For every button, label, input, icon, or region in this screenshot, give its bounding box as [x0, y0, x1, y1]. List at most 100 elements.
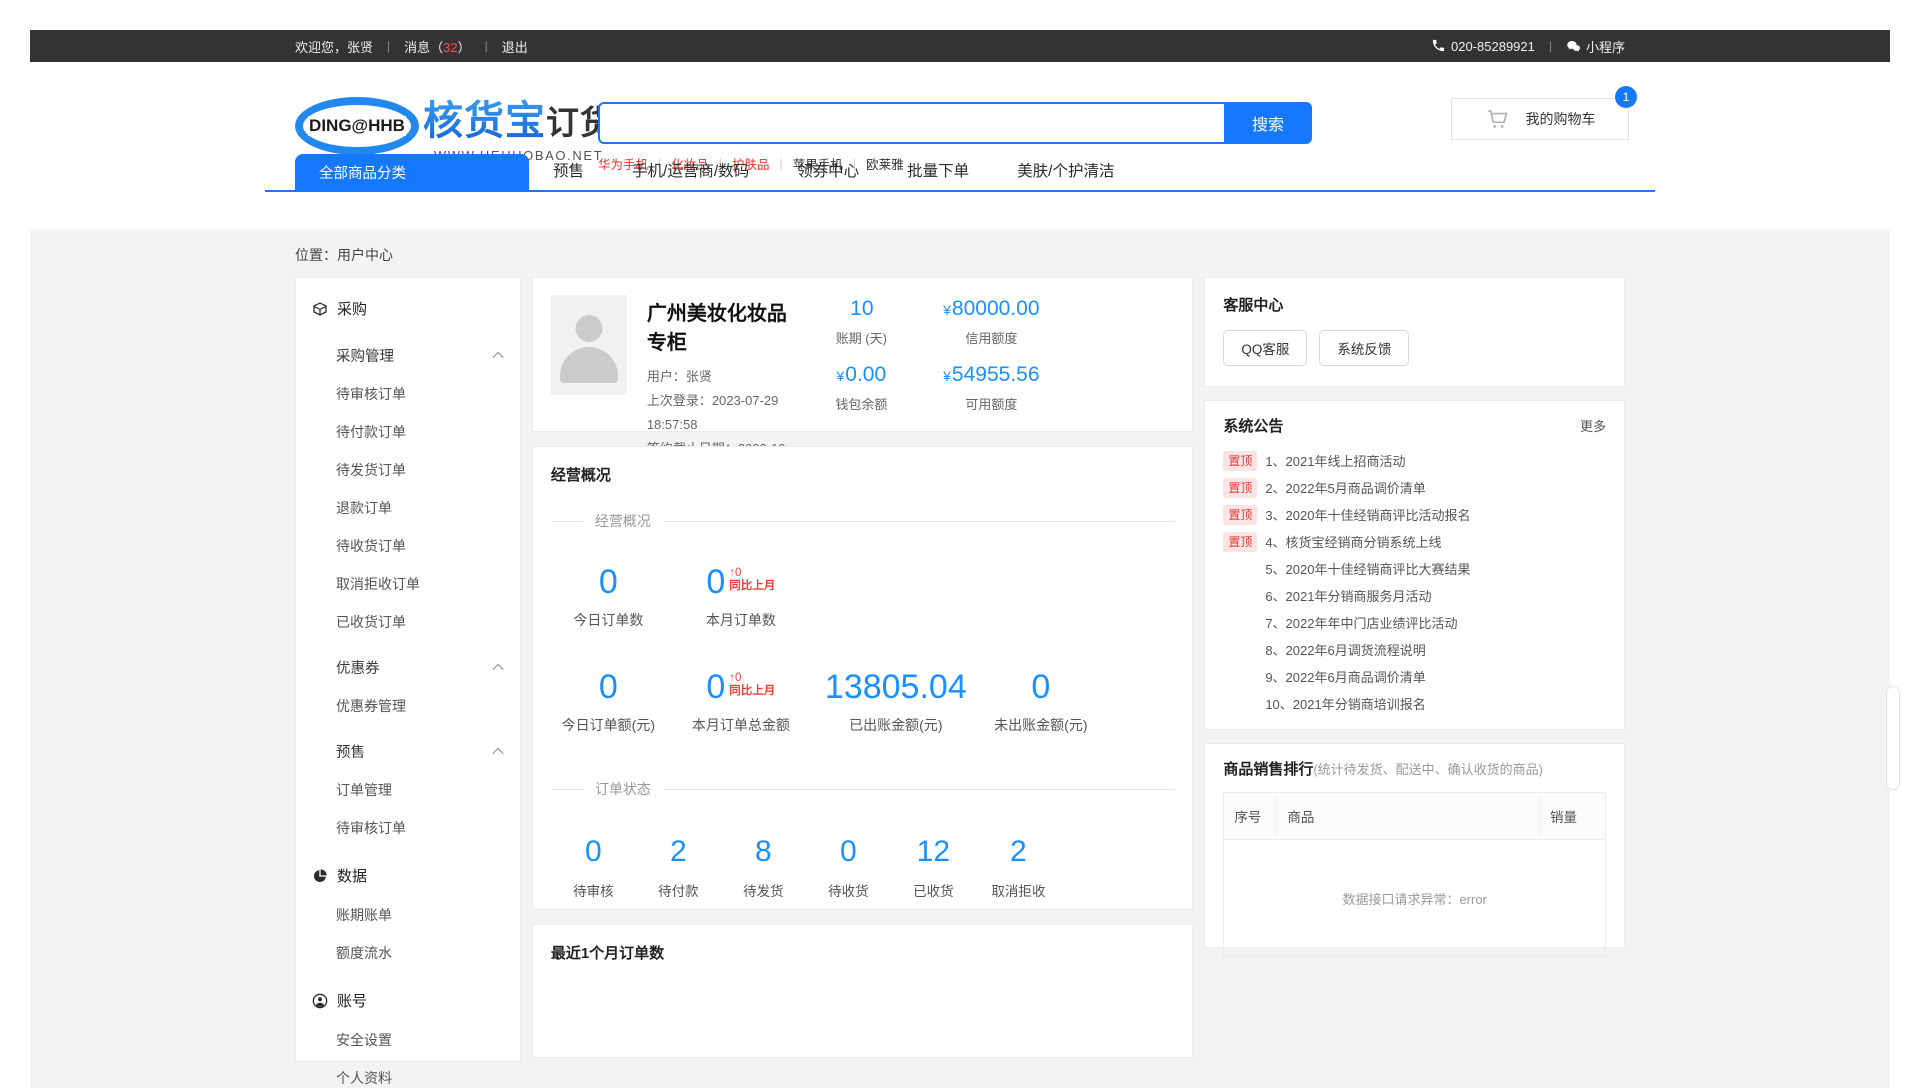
stat-value: 0.00: [845, 363, 886, 386]
main-column: 广州美妆化妆品专柜 用户：张贤 上次登录：2023-07-29 18:57:58…: [532, 277, 1194, 1058]
announcement-item[interactable]: 7、2022年年中门店业绩评比活动: [1223, 609, 1606, 636]
sidebar-item-coupons[interactable]: 优惠券: [296, 648, 520, 687]
sidebar-item-coupon-management[interactable]: 优惠券管理: [296, 687, 520, 725]
overview-section-divider: 经营概况: [551, 511, 1175, 531]
stat-wallet-balance: ¥0.00 钱包余额: [796, 363, 926, 413]
nav-link-bulk-order[interactable]: 批量下单: [907, 159, 969, 181]
sidebar-item-presale-pending-review[interactable]: 待审核订单: [296, 809, 520, 847]
sidebar: 采购 采购管理 待审核订单 待付款订单 待发货订单 退款订单 待收货订单 取消拒…: [295, 277, 521, 1062]
nav-link-phones-digital[interactable]: 手机/运营商/数码: [632, 159, 749, 181]
stat-label: 今日订单额(元): [551, 715, 666, 735]
logout-link[interactable]: 退出: [502, 37, 528, 56]
sidebar-item-presale[interactable]: 预售: [296, 732, 520, 771]
stat-label: 今日订单数: [551, 610, 666, 630]
business-overview-card: 经营概况 经营概况 0 今日订单数 0↑0同比上月 本月订单数: [532, 446, 1194, 910]
scrollbar-thumb[interactable]: [1886, 686, 1900, 790]
sidebar-item-order-management[interactable]: 订单管理: [296, 771, 520, 809]
sidebar-group-data[interactable]: 数据: [296, 855, 520, 896]
wechat-icon: [1566, 39, 1581, 54]
announcement-item[interactable]: 5、2020年十佳经销商评比大赛结果: [1223, 555, 1606, 582]
sidebar-item-purchase-management[interactable]: 采购管理: [296, 336, 520, 375]
cart-label: 我的购物车: [1526, 109, 1596, 129]
avatar: [551, 295, 627, 395]
delta-label: 同比上月: [729, 685, 775, 698]
announcement-item[interactable]: 置顶2、2022年5月商品调价清单: [1223, 474, 1606, 501]
delta-vs-last-month: ↑0同比上月: [729, 670, 775, 698]
stat-label: 可用额度: [926, 394, 1056, 413]
category-tab[interactable]: 全部商品分类: [295, 154, 529, 190]
column-header-product: 商品: [1276, 793, 1539, 839]
sidebar-group-account[interactable]: 账号: [296, 980, 520, 1021]
sidebar-item-pending-shipment-orders[interactable]: 待发货订单: [296, 451, 520, 489]
cart-button[interactable]: 我的购物车 1: [1451, 98, 1629, 140]
status-label: 待审核: [551, 880, 636, 900]
overview-row-2: 0 今日订单额(元) 0↑0同比上月 本月订单总金额 13805.04 已出账金…: [551, 670, 1175, 735]
system-feedback-button[interactable]: 系统反馈: [1319, 330, 1409, 366]
topbar-left: 欢迎您，张贤 | 消息（32） | 退出: [295, 37, 528, 56]
announcement-item[interactable]: 置顶4、核货宝经销商分销系统上线: [1223, 528, 1606, 555]
messages-link[interactable]: 消息（32）: [404, 37, 471, 56]
announcement-text: 2、2022年5月商品调价清单: [1265, 478, 1425, 497]
nav-link-coupon-center[interactable]: 领券中心: [797, 159, 859, 181]
sidebar-item-pending-receipt-orders[interactable]: 待收货订单: [296, 527, 520, 565]
sidebar-item-label: 预售: [336, 741, 365, 762]
search-button[interactable]: 搜索: [1224, 102, 1312, 144]
messages-label-suffix: ）: [458, 40, 471, 55]
sidebar-item-cancelled-rejected-orders[interactable]: 取消拒收订单: [296, 565, 520, 603]
status-cancelled-rejected: 2取消拒收: [976, 837, 1061, 900]
stat-label: 本月订单数: [666, 610, 816, 630]
sidebar-group-purchase[interactable]: 采购: [296, 288, 520, 329]
sidebar-item-personal-profile[interactable]: 个人资料: [296, 1059, 520, 1088]
sidebar-item-billing-statements[interactable]: 账期账单: [296, 896, 520, 934]
box-icon: [312, 301, 328, 317]
stat-label: 本月订单总金额: [666, 715, 816, 735]
currency-symbol: ¥: [943, 368, 951, 384]
announcement-text: 5、2020年十佳经销商评比大赛结果: [1265, 559, 1470, 578]
announcement-text: 8、2022年6月调货流程说明: [1265, 640, 1425, 659]
search-input[interactable]: [598, 102, 1224, 144]
stat-billed-amount: 13805.04 已出账金额(元): [816, 670, 976, 735]
announcement-text: 10、2021年分销商培训报名: [1265, 694, 1425, 713]
qq-service-button[interactable]: QQ客服: [1223, 330, 1307, 366]
sidebar-item-refund-orders[interactable]: 退款订单: [296, 489, 520, 527]
chevron-up-icon: [492, 663, 503, 674]
mini-program-link[interactable]: 小程序: [1566, 37, 1625, 56]
announcement-item[interactable]: 置顶1、2021年线上招商活动: [1223, 447, 1606, 474]
nav-link-skincare[interactable]: 美肤/个护清洁: [1017, 159, 1114, 181]
messages-count: 32: [443, 40, 457, 55]
status-label: 待收货: [806, 880, 891, 900]
announcement-item[interactable]: 6、2021年分销商服务月活动: [1223, 582, 1606, 609]
stat-today-orders: 0 今日订单数: [551, 565, 666, 630]
status-value: 2: [636, 837, 721, 867]
announcement-item[interactable]: 9、2022年6月商品调价清单: [1223, 663, 1606, 690]
announcement-text: 6、2021年分销商服务月活动: [1265, 586, 1431, 605]
announcement-item[interactable]: 10、2021年分销商培训报名: [1223, 690, 1606, 717]
topbar-separator: |: [1549, 39, 1552, 53]
logo[interactable]: DING@HHB 核货宝 订货 WWW.HEHUOBAO.NET: [295, 88, 614, 163]
topbar: 欢迎您，张贤 | 消息（32） | 退出 020-85289921 | 小程序: [30, 30, 1890, 62]
announcement-item[interactable]: 8、2022年6月调货流程说明: [1223, 636, 1606, 663]
sidebar-item-security-settings[interactable]: 安全设置: [296, 1021, 520, 1059]
chevron-up-icon: [492, 747, 503, 758]
profile-card: 广州美妆化妆品专柜 用户：张贤 上次登录：2023-07-29 18:57:58…: [532, 277, 1194, 432]
announcement-text: 9、2022年6月商品调价清单: [1265, 667, 1425, 686]
sidebar-item-pending-review-orders[interactable]: 待审核订单: [296, 375, 520, 413]
nav-link-presale[interactable]: 预售: [553, 159, 584, 181]
sidebar-item-pending-payment-orders[interactable]: 待付款订单: [296, 413, 520, 451]
status-value: 12: [891, 837, 976, 867]
currency-symbol: ¥: [943, 302, 951, 318]
cart-count-badge: 1: [1615, 86, 1637, 108]
currency-symbol: ¥: [836, 368, 844, 384]
delta-label: 同比上月: [729, 580, 775, 593]
topbar-separator: |: [387, 39, 390, 53]
logo-mark: DING@HHB: [295, 97, 419, 155]
sidebar-item-credit-flow[interactable]: 额度流水: [296, 934, 520, 972]
announcements-more-link[interactable]: 更多: [1580, 416, 1606, 435]
user-icon: [312, 993, 328, 1009]
stat-label: 已出账金额(元): [816, 715, 976, 735]
profile-info: 广州美妆化妆品专柜 用户：张贤 上次登录：2023-07-29 18:57:58…: [647, 295, 797, 414]
sidebar-item-received-orders[interactable]: 已收货订单: [296, 603, 520, 641]
service-phone: 020-85289921: [1431, 38, 1535, 54]
announcement-item[interactable]: 置顶3、2020年十佳经销商评比活动报名: [1223, 501, 1606, 528]
delta-vs-last-month: ↑0同比上月: [729, 565, 775, 593]
